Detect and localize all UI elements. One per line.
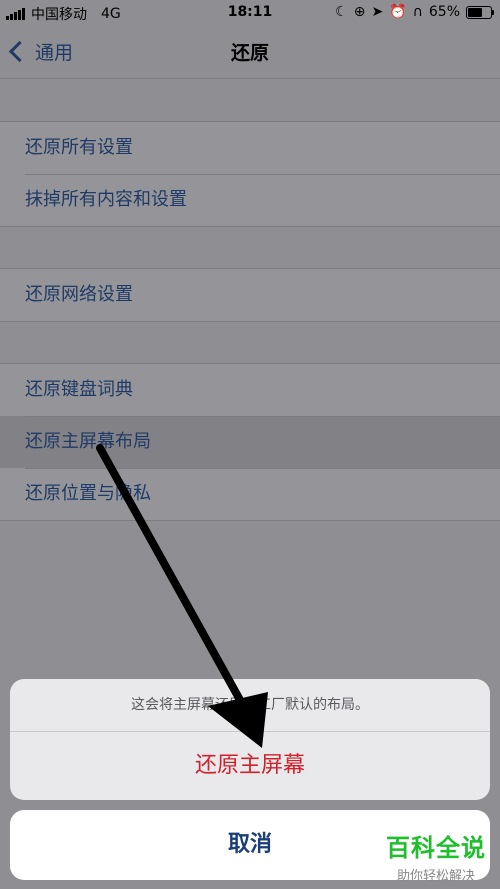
location-icon: ➤ bbox=[371, 4, 384, 20]
battery-icon bbox=[466, 5, 494, 19]
status-bar: 中国移动 4G 18:11 ☾ ⊕ ➤ ⏰ ∩ 65% bbox=[0, 0, 500, 26]
screen: 中国移动 4G 18:11 ☾ ⊕ ➤ ⏰ ∩ 65% 通用 还原 还原所有设置… bbox=[0, 0, 500, 889]
reset-keyboard-dictionary-row[interactable]: 还原键盘词典 bbox=[0, 364, 500, 416]
settings-group-1: 还原所有设置 抹掉所有内容和设置 bbox=[0, 121, 500, 227]
reset-location-privacy-row[interactable]: 还原位置与隐私 bbox=[0, 468, 500, 520]
settings-group-2: 还原网络设置 bbox=[0, 268, 500, 322]
reset-home-screen-layout-row[interactable]: 还原主屏幕布局 bbox=[0, 416, 500, 468]
settings-group-3: 还原键盘词典 还原主屏幕布局 还原位置与隐私 bbox=[0, 363, 500, 521]
erase-all-content-row[interactable]: 抹掉所有内容和设置 bbox=[0, 174, 500, 226]
nav-bar: 通用 还原 bbox=[0, 26, 500, 79]
moon-icon: ☾ bbox=[335, 4, 348, 20]
reset-all-settings-row[interactable]: 还原所有设置 bbox=[0, 122, 500, 174]
page-title: 还原 bbox=[230, 42, 269, 64]
reset-home-screen-button[interactable]: 还原主屏幕 bbox=[10, 732, 490, 800]
headphones-icon: ∩ bbox=[412, 4, 423, 20]
action-sheet-message: 这会将主屏幕还原为工厂默认的布局。 bbox=[10, 679, 490, 732]
alarm-icon: ⏰ bbox=[389, 4, 407, 20]
battery-percent: 65% bbox=[428, 4, 460, 20]
orientation-lock-icon: ⊕ bbox=[353, 4, 366, 20]
watermark-title: 百科全说 bbox=[386, 834, 486, 862]
watermark-subtitle: 助你轻松解决 bbox=[396, 869, 475, 884]
reset-network-settings-row[interactable]: 还原网络设置 bbox=[0, 269, 500, 321]
watermark-logo: 百科全说 助你轻松解决 bbox=[386, 828, 486, 884]
action-sheet: 这会将主屏幕还原为工厂默认的布局。 还原主屏幕 bbox=[10, 679, 490, 800]
status-right: ☾ ⊕ ➤ ⏰ ∩ 65% bbox=[335, 4, 494, 20]
